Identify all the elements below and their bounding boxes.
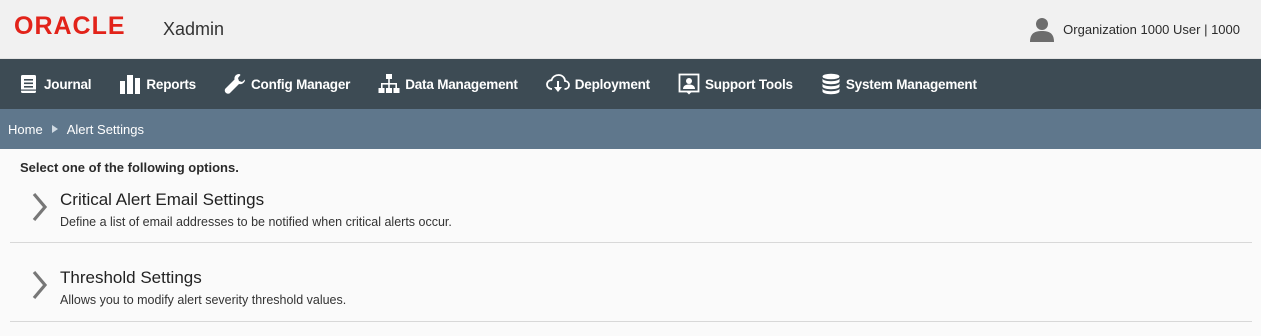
nav-label: Data Management xyxy=(405,76,518,92)
main-navbar: Journal Reports Config Manager Data Mana… xyxy=(0,59,1261,109)
option-title: Threshold Settings xyxy=(60,268,202,287)
nav-journal[interactable]: Journal xyxy=(19,59,92,109)
svg-text:ORACLE: ORACLE xyxy=(14,13,126,37)
nav-label: Config Manager xyxy=(250,76,351,92)
oracle-logo[interactable]: ORACLE xyxy=(14,13,156,37)
nav-data-management[interactable]: Data Management xyxy=(378,59,518,109)
option-title: Critical Alert Email Settings xyxy=(60,190,265,209)
nav-label: Journal xyxy=(44,76,92,92)
wrench-icon xyxy=(224,74,245,94)
app-name: Xadmin xyxy=(163,19,225,39)
option-description: Define a list of email addresses to be n… xyxy=(60,215,452,229)
support-person-icon xyxy=(678,73,700,95)
nav-config-manager[interactable]: Config Manager xyxy=(224,59,350,109)
main-content: Select one of the following options. Cri… xyxy=(0,149,1261,336)
cloud-download-icon xyxy=(545,74,570,92)
app-header: ORACLE Xadmin Organization 1000 User | 1… xyxy=(0,0,1261,59)
option-description: Allows you to modify alert severity thre… xyxy=(60,293,347,307)
user-label: Organization 1000 User | 1000 xyxy=(1063,21,1240,37)
bar-chart-icon xyxy=(120,75,141,94)
breadcrumb-separator-icon xyxy=(51,125,58,133)
user-menu[interactable]: Organization 1000 User | 1000 xyxy=(1029,16,1240,42)
nav-reports[interactable]: Reports xyxy=(119,59,196,109)
nav-deployment[interactable]: Deployment xyxy=(545,59,650,109)
breadcrumb-home[interactable]: Home xyxy=(8,122,43,137)
breadcrumb-current: Alert Settings xyxy=(66,121,145,137)
nav-label: System Management xyxy=(845,76,977,92)
nav-label: Support Tools xyxy=(704,76,793,92)
nav-label: Reports xyxy=(146,76,196,92)
journal-icon xyxy=(21,75,36,93)
option-threshold-settings[interactable]: Threshold Settings Allows you to modify … xyxy=(10,243,1252,322)
breadcrumb: Home Alert Settings xyxy=(0,109,1261,149)
chevron-right-icon xyxy=(32,270,48,300)
hierarchy-icon xyxy=(378,74,400,93)
option-critical-alert-email-settings[interactable]: Critical Alert Email Settings Define a l… xyxy=(10,179,1252,243)
instruction-text: Select one of the following options. xyxy=(20,160,239,175)
oracle-wordmark: ORACLE xyxy=(14,13,126,37)
database-icon xyxy=(822,73,840,95)
nav-support-tools[interactable]: Support Tools xyxy=(678,59,793,109)
nav-system-management[interactable]: System Management xyxy=(821,59,977,109)
chevron-right-icon xyxy=(32,192,48,222)
nav-label: Deployment xyxy=(574,76,650,92)
user-icon xyxy=(1030,18,1055,42)
